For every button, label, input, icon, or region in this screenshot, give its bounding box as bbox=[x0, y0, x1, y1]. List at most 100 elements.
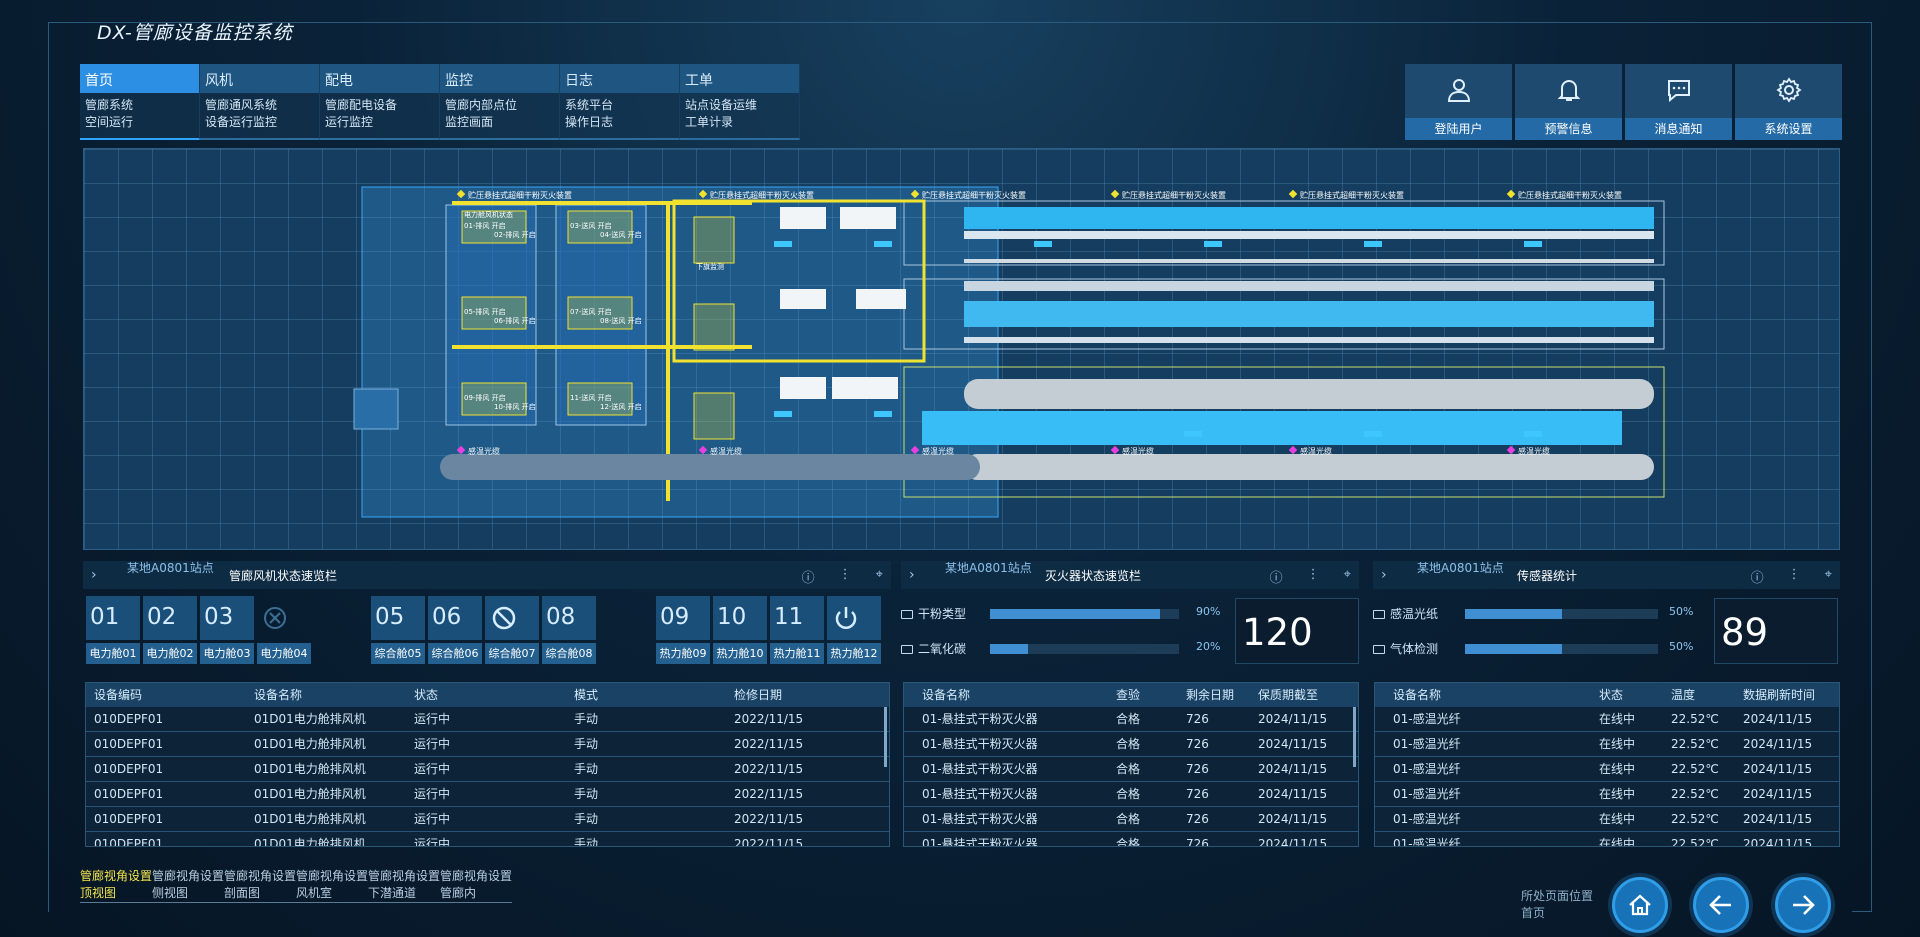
fan-tile-01[interactable]: 01 bbox=[86, 596, 140, 640]
sensor-panel-header: › 某地A0801站点 传感器统计 ⓘ ⋮ ⌖ bbox=[1373, 561, 1840, 589]
view-passage[interactable]: 管廊视角设置 下潜通道 bbox=[368, 868, 440, 903]
column-header: 状态 bbox=[414, 688, 439, 702]
table-row[interactable]: 01-悬挂式干粉灭火器 合格 726 2024/11/15 bbox=[904, 807, 1358, 832]
nav-sub-power[interactable]: 管廊配电设备 运行监控 bbox=[320, 93, 440, 140]
home-button[interactable] bbox=[1612, 877, 1668, 933]
view-inside[interactable]: 管廊视角设置 管廊内 bbox=[440, 868, 512, 903]
chevron-right-icon[interactable]: › bbox=[909, 567, 915, 583]
cabin-label: 06-排风 开启 bbox=[494, 316, 536, 325]
panel-title: 下旗监测 bbox=[696, 262, 724, 271]
table-row[interactable]: 010DEPF01 01D01电力舱排风机 运行中 手动 2022/11/15 bbox=[86, 782, 889, 807]
tab-workorder[interactable]: 工单 bbox=[680, 64, 800, 93]
column-header: 状态 bbox=[1599, 688, 1624, 702]
fan-panel-site: 某地A0801站点 bbox=[127, 561, 214, 575]
table-row[interactable]: 01-悬挂式干粉灭火器 合格 726 2024/11/15 bbox=[904, 732, 1358, 757]
table-row[interactable]: 01-悬挂式干粉灭火器 合格 726 2024/11/15 bbox=[904, 782, 1358, 807]
view-title: 管廊视角设置 bbox=[440, 869, 513, 883]
column-header: 保质期截至 bbox=[1258, 688, 1319, 702]
tab-power[interactable]: 配电 bbox=[320, 64, 440, 93]
fan-tile-04[interactable] bbox=[257, 596, 311, 640]
table-row[interactable]: 01-悬挂式干粉灭火器 合格 726 2024/11/15 bbox=[904, 757, 1358, 782]
more-icon[interactable]: ⋮ bbox=[1788, 567, 1801, 586]
sensor-bar-pct: 50% bbox=[1669, 640, 1694, 653]
table-row[interactable]: 010DEPF01 01D01电力舱排风机 运行中 手动 2022/11/15 bbox=[86, 832, 889, 846]
back-button[interactable] bbox=[1693, 877, 1749, 933]
target-icon[interactable]: ⌖ bbox=[876, 567, 883, 586]
table-cell: 在线中 bbox=[1599, 762, 1636, 776]
table-row[interactable]: 01-感温光纤 在线中 22.52℃ 2024/11/15 bbox=[1375, 782, 1839, 807]
tab-home[interactable]: 首页 bbox=[80, 64, 200, 93]
system-settings-button[interactable]: 系统设置 bbox=[1735, 64, 1842, 140]
more-icon[interactable]: ⋮ bbox=[1307, 567, 1320, 586]
power-icon bbox=[835, 607, 857, 629]
table-row[interactable]: 01-感温光纤 在线中 22.52℃ 2024/11/15 bbox=[1375, 807, 1839, 832]
view-title: 管廊视角设置 bbox=[80, 869, 153, 883]
table-row[interactable]: 010DEPF01 01D01电力舱排风机 运行中 手动 2022/11/15 bbox=[86, 757, 889, 782]
table-row[interactable]: 01-悬挂式干粉灭火器 合格 726 2024/11/15 bbox=[904, 832, 1358, 846]
info-icon[interactable]: ⓘ bbox=[1270, 567, 1283, 586]
nav-sub-line1: 管廊内部点位 bbox=[445, 98, 518, 112]
nav-sub-monitor[interactable]: 管廊内部点位 监控画面 bbox=[440, 93, 560, 140]
view-top[interactable]: 管廊视角设置 顶视图 bbox=[80, 868, 152, 903]
fire-panel-site: 某地A0801站点 bbox=[945, 561, 1032, 575]
target-icon[interactable]: ⌖ bbox=[1344, 567, 1351, 586]
table-cell: 在线中 bbox=[1599, 812, 1636, 826]
tab-fan[interactable]: 风机 bbox=[200, 64, 320, 93]
table-row[interactable]: 01-感温光纤 在线中 22.52℃ 2024/11/15 bbox=[1375, 832, 1839, 846]
fan-tile-10[interactable]: 10 bbox=[713, 596, 767, 640]
table-cell: 运行中 bbox=[414, 787, 451, 801]
cabin-label: 02-排风 开启 bbox=[494, 230, 536, 239]
nav-sub-home[interactable]: 管廊系统 空间运行 bbox=[80, 93, 200, 140]
chevron-right-icon[interactable]: › bbox=[1381, 567, 1387, 583]
table-row[interactable]: 01-感温光纤 在线中 22.52℃ 2024/11/15 bbox=[1375, 732, 1839, 757]
view-title: 管廊视角设置 bbox=[296, 869, 369, 883]
folder-icon bbox=[1373, 610, 1385, 619]
tab-monitor[interactable]: 监控 bbox=[440, 64, 560, 93]
info-icon[interactable]: ⓘ bbox=[802, 567, 815, 586]
view-fan-room[interactable]: 管廊视角设置 风机室 bbox=[296, 868, 368, 903]
fan-tile-07[interactable] bbox=[485, 596, 539, 640]
nav-sub-workorder[interactable]: 站点设备运维 工单计录 bbox=[680, 93, 800, 140]
pipe-gallery-3d-view[interactable]: 贮压悬挂式超细干粉灭火装置 贮压悬挂式超细干粉灭火装置 贮压悬挂式超细干粉灭火装… bbox=[83, 148, 1840, 550]
table-cell: 01-感温光纤 bbox=[1393, 762, 1461, 776]
more-icon[interactable]: ⋮ bbox=[839, 567, 852, 586]
info-icon[interactable]: ⓘ bbox=[1751, 567, 1764, 586]
nav-sub-fan[interactable]: 管廊通风系统 设备运行监控 bbox=[200, 93, 320, 140]
table-cell: 2022/11/15 bbox=[734, 812, 804, 826]
warning-info-button[interactable]: 预警信息 bbox=[1515, 64, 1622, 140]
view-section[interactable]: 管廊视角设置 剖面图 bbox=[224, 868, 296, 903]
table-row[interactable]: 010DEPF01 01D01电力舱排风机 运行中 手动 2022/11/15 bbox=[86, 807, 889, 832]
table-cell: 手动 bbox=[574, 737, 599, 751]
table-cell: 01D01电力舱排风机 bbox=[254, 787, 366, 801]
progress-track bbox=[990, 609, 1179, 619]
column-header: 模式 bbox=[574, 688, 599, 702]
view-side[interactable]: 管廊视角设置 侧视图 bbox=[152, 868, 224, 903]
target-icon[interactable]: ⌖ bbox=[1825, 567, 1832, 586]
message-notice-button[interactable]: 消息通知 bbox=[1625, 64, 1732, 140]
scrollbar[interactable] bbox=[1353, 707, 1356, 767]
nav-sub-line2: 监控画面 bbox=[445, 115, 494, 129]
fan-tile-06[interactable]: 06 bbox=[428, 596, 482, 640]
scrollbar[interactable] bbox=[884, 707, 887, 767]
scene-bottom-label: 感温光缆 bbox=[468, 446, 500, 456]
table-cell: 22.52℃ bbox=[1671, 812, 1719, 826]
progress-track bbox=[990, 644, 1179, 654]
table-row[interactable]: 01-感温光纤 在线中 22.52℃ 2024/11/15 bbox=[1375, 757, 1839, 782]
login-user-button[interactable]: 登陆用户 bbox=[1405, 64, 1512, 140]
fan-tile-05[interactable]: 05 bbox=[371, 596, 425, 640]
forward-button[interactable] bbox=[1775, 877, 1831, 933]
table-row[interactable]: 010DEPF01 01D01电力舱排风机 运行中 手动 2022/11/15 bbox=[86, 732, 889, 757]
fan-tile-08[interactable]: 08 bbox=[542, 596, 596, 640]
chevron-right-icon[interactable]: › bbox=[91, 567, 97, 583]
table-row[interactable]: 01-感温光纤 在线中 22.52℃ 2024/11/15 bbox=[1375, 707, 1839, 732]
fan-tile-03[interactable]: 03 bbox=[200, 596, 254, 640]
fan-tile-09[interactable]: 09 bbox=[656, 596, 710, 640]
table-row[interactable]: 010DEPF01 01D01电力舱排风机 运行中 手动 2022/11/15 bbox=[86, 707, 889, 732]
tab-log[interactable]: 日志 bbox=[560, 64, 680, 93]
table-row[interactable]: 01-悬挂式干粉灭火器 合格 726 2024/11/15 bbox=[904, 707, 1358, 732]
fan-tile-11[interactable]: 11 bbox=[770, 596, 824, 640]
fan-tile-02[interactable]: 02 bbox=[143, 596, 197, 640]
fan-tile-12[interactable] bbox=[827, 596, 881, 640]
column-header: 设备名称 bbox=[1393, 688, 1442, 702]
nav-sub-log[interactable]: 系统平台 操作日志 bbox=[560, 93, 680, 140]
